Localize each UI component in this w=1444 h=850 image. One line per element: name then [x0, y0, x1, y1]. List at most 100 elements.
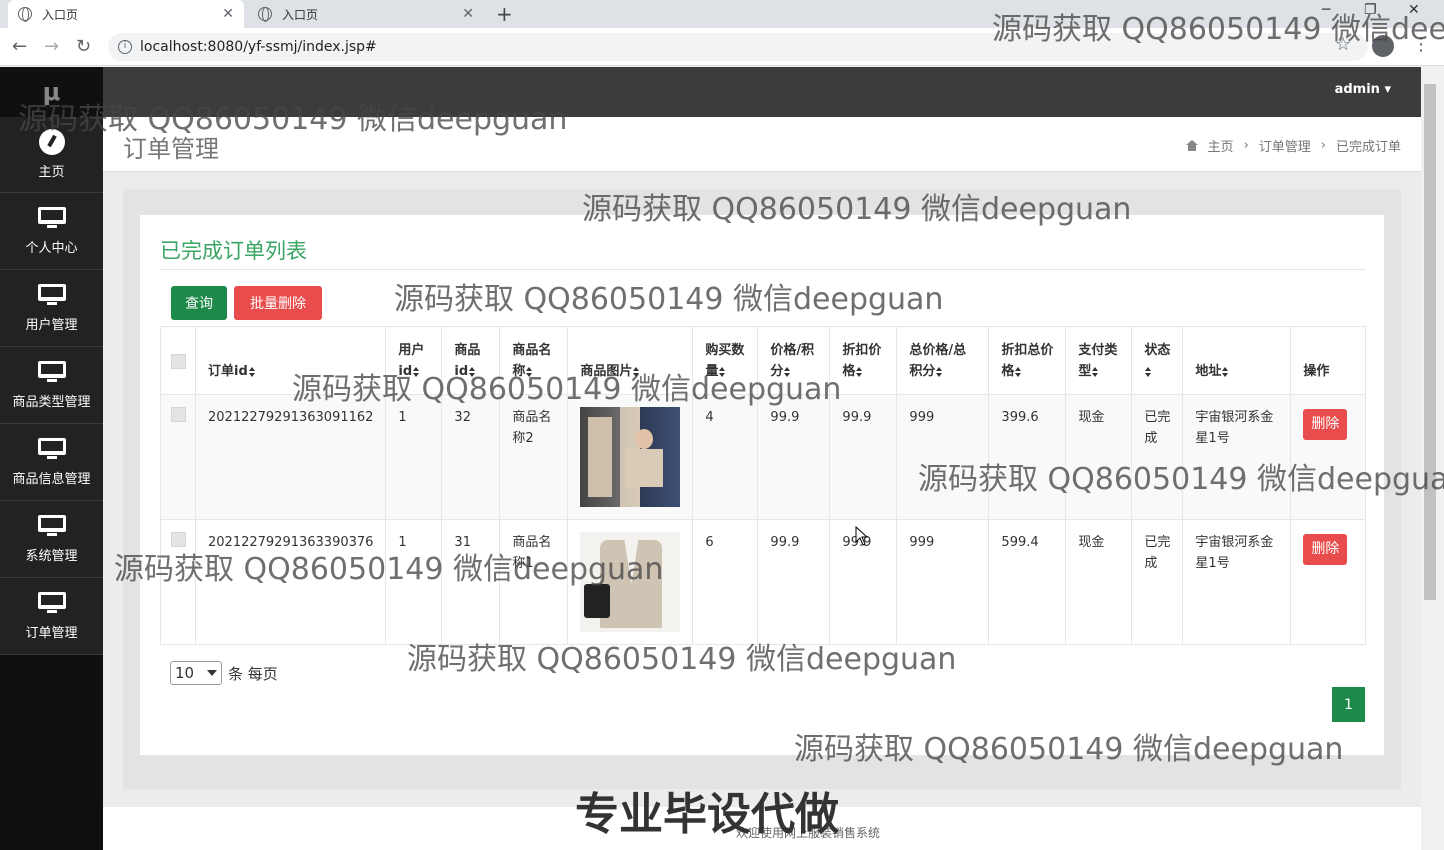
cell-price: 99.9 [757, 519, 831, 645]
user-name: admin [1334, 82, 1380, 97]
row-select-cell [160, 394, 196, 520]
select-all-header [160, 326, 196, 395]
watermark: 源码获取 QQ86050149 微信deepguan [794, 732, 1344, 767]
sidebar-item-label: 系统管理 [25, 548, 78, 564]
breadcrumb-separator: › [1243, 138, 1249, 153]
sidebar: μ 主页 个人中心 用户管理 商品类型管理 商品信息管理 系统管理 订单管理 [0, 67, 103, 850]
new-tab-button[interactable]: + [496, 2, 513, 26]
sort-icon[interactable] [248, 366, 256, 377]
sidebar-item-label: 主页 [38, 165, 65, 180]
header-label: 状态 [1144, 343, 1171, 358]
watermark: 源码获取 QQ86050149 微信deepguan [992, 12, 1444, 47]
breadcrumb-separator: › [1320, 138, 1326, 153]
monitor-icon [37, 283, 66, 306]
sort-icon[interactable] [1015, 366, 1022, 377]
sidebar-item-label: 订单管理 [25, 625, 78, 641]
watermark: 源码获取 QQ86050149 微信deepguan [18, 102, 568, 137]
cell-address: 宇宙银河系金星1号 [1182, 519, 1292, 645]
monitor-icon [37, 360, 66, 383]
cell-order-id: 20212279291363091162 [194, 394, 387, 520]
column-header[interactable]: 支付类型 [1065, 326, 1133, 395]
query-button[interactable]: 查询 [171, 286, 227, 320]
sort-icon[interactable] [1092, 366, 1099, 377]
back-icon[interactable]: ← [12, 36, 27, 57]
monitor-icon [37, 514, 66, 537]
cell-discount-price: 99.9 [829, 394, 898, 520]
sort-icon[interactable] [936, 366, 943, 377]
breadcrumb-orders[interactable]: 订单管理 [1259, 136, 1311, 155]
row-checkbox[interactable] [170, 407, 186, 422]
home-icon [1185, 140, 1198, 151]
chevron-down-icon [207, 670, 217, 676]
delete-button[interactable]: 删除 [1303, 409, 1348, 440]
header-label: 操作 [1303, 364, 1330, 379]
scrollbar-thumb[interactable] [1424, 84, 1436, 600]
divider [160, 269, 1366, 270]
pagination-page-1[interactable]: 1 [1332, 687, 1365, 722]
info-icon[interactable]: i [118, 40, 132, 54]
monitor-icon [37, 591, 66, 614]
forward-icon[interactable]: → [44, 36, 59, 57]
column-header-actions: 操作 [1290, 326, 1366, 395]
sidebar-item-profile[interactable]: 个人中心 [0, 193, 103, 270]
monitor-icon [37, 437, 66, 460]
cell-qty: 6 [692, 519, 759, 645]
column-header[interactable]: 总价格/总积分 [896, 326, 990, 395]
page-size-control: 10 条 每页 [170, 661, 278, 685]
column-header[interactable]: 折扣总价格 [988, 326, 1067, 395]
cell-actions: 删除 [1290, 519, 1366, 645]
sidebar-item-label: 商品类型管理 [12, 394, 91, 410]
breadcrumb: 主页 › 订单管理 › 已完成订单 [1185, 136, 1401, 155]
panel-title: 已完成订单列表 [160, 239, 307, 263]
sort-icon[interactable] [856, 366, 863, 377]
user-menu[interactable]: admin ▾ [1335, 82, 1391, 97]
column-header[interactable]: 地址 [1182, 326, 1292, 395]
cell-price: 99.9 [757, 394, 831, 520]
sidebar-item-system[interactable]: 系统管理 [0, 501, 103, 578]
browser-tab-label: 入口页 [42, 7, 79, 22]
cell-product-name: 商品名称2 [499, 394, 569, 520]
product-image[interactable] [580, 407, 681, 507]
watermark: 源码获取 QQ86050149 微信deepguan [292, 372, 842, 407]
watermark-banner: 专业毕设代做 [575, 789, 839, 840]
header-label: 订单id [208, 364, 248, 379]
breadcrumb-current: 已完成订单 [1335, 140, 1401, 155]
select-all-checkbox[interactable] [170, 354, 186, 369]
delete-button[interactable]: 删除 [1303, 534, 1348, 565]
page-size-suffix: 条 每页 [228, 664, 278, 683]
reload-icon[interactable]: ↻ [76, 36, 91, 57]
sort-icon[interactable] [1222, 366, 1229, 377]
sidebar-item-users[interactable]: 用户管理 [0, 270, 103, 347]
cell-pay-type: 现金 [1065, 519, 1133, 645]
watermark: 源码获取 QQ86050149 微信deepguan [407, 642, 957, 677]
sidebar-item-label: 个人中心 [25, 240, 78, 256]
cell-discount-total: 599.4 [988, 519, 1067, 645]
sidebar-item-products[interactable]: 商品信息管理 [0, 424, 103, 501]
page-size-select[interactable]: 10 [170, 661, 222, 685]
cell-qty: 4 [692, 394, 759, 520]
sort-icon[interactable] [1145, 366, 1152, 377]
close-icon[interactable]: ✕ [462, 6, 474, 22]
watermark: 源码获取 QQ86050149 微信deepguan [582, 192, 1132, 227]
watermark: 源码获取 QQ86050149 微信deepguan [394, 282, 944, 317]
close-icon[interactable]: ✕ [222, 6, 234, 22]
globe-icon [258, 7, 272, 22]
watermark: 源码获取 QQ86050149 微信deepguan [114, 552, 664, 587]
cell-user-id: 1 [385, 394, 443, 520]
page-size-value: 10 [175, 664, 195, 682]
batch-delete-button[interactable]: 批量删除 [234, 286, 322, 320]
header-label: 地址 [1195, 364, 1222, 379]
sidebar-item-product-types[interactable]: 商品类型管理 [0, 347, 103, 424]
cell-status: 已完成 [1131, 519, 1184, 645]
cell-product-image [567, 394, 694, 520]
sidebar-item-orders[interactable]: 订单管理 [0, 578, 103, 655]
column-header[interactable]: 状态 [1131, 326, 1184, 395]
url-text: localhost:8080/yf-ssmj/index.jsp# [140, 39, 377, 55]
breadcrumb-home[interactable]: 主页 [1208, 136, 1234, 155]
browser-tab[interactable]: 入口页 ✕ [248, 0, 484, 28]
monitor-icon [37, 206, 66, 229]
browser-tab-active[interactable]: 入口页 ✕ [8, 0, 244, 28]
sidebar-item-label: 用户管理 [25, 317, 78, 333]
browser-tab-label: 入口页 [282, 7, 319, 22]
watermark: 源码获取 QQ86050149 微信deepguan [918, 462, 1444, 497]
